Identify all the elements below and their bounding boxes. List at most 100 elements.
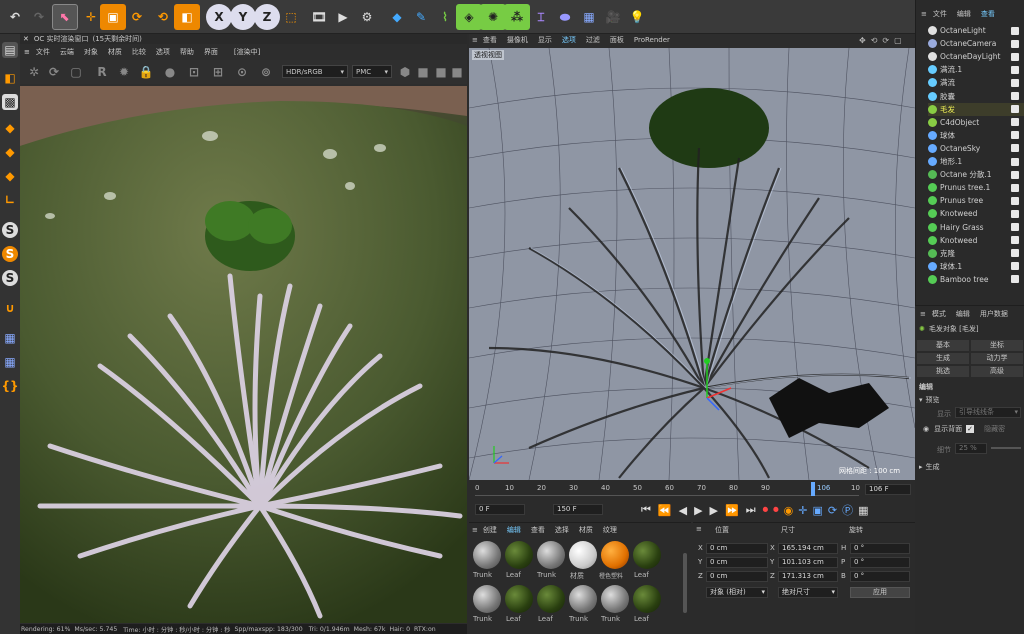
material-menu-edit[interactable]: 编辑 <box>507 525 521 535</box>
y-size-field[interactable]: 101.103 cm <box>778 557 838 568</box>
recent-tools-icon[interactable]: ⟲ <box>150 4 176 30</box>
render-settings-icon[interactable]: ⚙ <box>354 4 380 30</box>
texture-mode-icon[interactable]: ▩ <box>2 94 18 110</box>
material-scrollbar[interactable] <box>683 553 687 613</box>
attr-tab-dynamics[interactable]: 动力学 <box>971 353 1023 364</box>
floor-icon[interactable]: ▦ <box>576 4 602 30</box>
camera-icon[interactable]: ■ <box>434 64 448 80</box>
snap-settings-icon[interactable]: S <box>2 246 18 262</box>
object-list-item[interactable]: OctaneLight <box>928 24 1024 37</box>
prev-key-icon[interactable]: ⏪ <box>658 504 672 517</box>
close-icon[interactable]: ✕ <box>23 35 29 43</box>
visibility-toggle[interactable] <box>1011 236 1019 245</box>
material-swatch[interactable] <box>473 585 501 613</box>
material-swatch[interactable] <box>505 585 533 613</box>
x-size-field[interactable]: 165.194 cm <box>778 543 838 554</box>
redo-icon[interactable]: ↷ <box>26 4 52 30</box>
viewport-menu-options[interactable]: 选项 <box>562 35 576 45</box>
key-rotate-icon[interactable]: ⟳ <box>828 504 837 517</box>
visibility-toggle[interactable] <box>1011 26 1019 35</box>
object-list-item[interactable]: 地形.1 <box>928 155 1024 168</box>
kernel-mode-select[interactable]: PMC ▾ <box>352 65 392 78</box>
scale-icon[interactable]: ▣ <box>100 4 126 30</box>
material-swatch[interactable] <box>537 541 565 569</box>
visibility-toggle[interactable] <box>1011 92 1019 100</box>
material-swatch[interactable] <box>601 585 629 613</box>
autokey-icon[interactable]: ⏺ <box>773 503 779 517</box>
generate-group[interactable]: ▸ 生成 <box>919 462 940 472</box>
object-list-item[interactable]: OctaneSky <box>928 142 1024 155</box>
subdivision-icon[interactable]: ◈ <box>456 4 482 30</box>
menu-toggle-icon[interactable]: ≡ <box>696 525 702 533</box>
next-key-icon[interactable]: ⏩ <box>725 504 739 517</box>
pen-icon[interactable]: ✎ <box>408 4 434 30</box>
menu-toggle-icon[interactable]: ≡ <box>921 10 927 18</box>
visibility-toggle[interactable] <box>1011 275 1019 284</box>
render-view-icon[interactable]: ▶ <box>330 4 356 30</box>
material-menu-create[interactable]: 创建 <box>483 525 497 535</box>
menu-help[interactable]: 帮助 <box>180 47 194 57</box>
model-mode-icon[interactable]: ▤ <box>2 42 18 58</box>
material-swatch[interactable] <box>537 585 565 613</box>
object-list-item[interactable]: 球体.1 <box>928 260 1024 273</box>
object-icon[interactable]: ◧ <box>174 4 200 30</box>
end-frame-field[interactable]: 150 F <box>553 504 603 515</box>
object-list-item[interactable]: Hairy Grass <box>928 221 1024 234</box>
render-preview-image[interactable] <box>20 86 467 623</box>
visibility-toggle[interactable] <box>1011 78 1019 87</box>
object-list-item[interactable]: 满流.1 <box>928 63 1024 76</box>
region-icon[interactable]: ⊡ <box>186 64 202 80</box>
gear-icon[interactable]: ✲ <box>26 64 42 80</box>
viewport-menu-display[interactable]: 显示 <box>538 35 552 45</box>
material-menu-material[interactable]: 材质 <box>579 525 593 535</box>
object-list-item[interactable]: OctaneDayLight <box>928 50 1024 63</box>
object-list-item[interactable]: OctaneCamera <box>928 37 1024 50</box>
magnet-icon[interactable]: ∪ <box>2 300 18 316</box>
zoom-icon[interactable]: ⟳ <box>882 36 889 45</box>
picker-icon[interactable]: ⊞ <box>210 64 226 80</box>
material-menu-view[interactable]: 查看 <box>531 525 545 535</box>
p-rotation-field[interactable]: 0 ° <box>850 557 910 568</box>
snap-enable-icon[interactable]: S <box>2 270 18 286</box>
key-scale-icon[interactable]: ▣ <box>812 504 822 517</box>
visibility-toggle[interactable] <box>1011 105 1019 114</box>
pin-icon[interactable]: ⊚ <box>258 64 274 80</box>
object-list-item[interactable]: Knotweed <box>928 207 1024 220</box>
x-position-field[interactable]: 0 cm <box>706 543 768 554</box>
visibility-toggle[interactable] <box>1011 52 1019 61</box>
next-frame-icon[interactable]: ▶ <box>710 504 718 517</box>
om-menu-file[interactable]: 文件 <box>933 9 947 19</box>
viewport-menu-panel[interactable]: 面板 <box>610 35 624 45</box>
object-list-item[interactable]: 球体 <box>928 129 1024 142</box>
attr-tab-basic[interactable]: 基本 <box>917 340 969 351</box>
z-size-field[interactable]: 171.313 cm <box>778 571 838 582</box>
object-list-item[interactable]: C4dObject <box>928 116 1024 129</box>
object-list-item[interactable]: 克隆 <box>928 247 1024 260</box>
key-move-icon[interactable]: ✛ <box>798 504 807 517</box>
y-position-field[interactable]: 0 cm <box>706 557 768 568</box>
material-menu-texture[interactable]: 纹理 <box>603 525 617 535</box>
workplane-icon[interactable]: ▦ <box>2 330 18 346</box>
attr-tab-advanced[interactable]: 高级 <box>971 366 1023 377</box>
attr-tab-select[interactable]: 挑选 <box>917 366 969 377</box>
sphere-icon[interactable]: ● <box>162 64 178 80</box>
settings-icon[interactable]: ✹ <box>116 64 132 80</box>
material-swatch[interactable] <box>505 541 533 569</box>
material-swatch[interactable] <box>569 585 597 613</box>
menu-options[interactable]: 选项 <box>156 47 170 57</box>
lock-icon[interactable]: 🔒 <box>138 64 154 80</box>
attr-menu-edit[interactable]: 编辑 <box>956 309 970 319</box>
viewport-menu-view[interactable]: 查看 <box>483 35 497 45</box>
play-icon[interactable]: ▶ <box>694 504 702 517</box>
visibility-toggle[interactable] <box>1011 262 1019 271</box>
menu-file[interactable]: 文件 <box>36 47 50 57</box>
field-icon[interactable]: ⬬ <box>552 4 578 30</box>
object-list-item[interactable]: 满流 <box>928 76 1024 89</box>
world-coord-icon[interactable]: ⬚ <box>278 4 304 30</box>
visibility-toggle[interactable] <box>1011 183 1019 192</box>
lock-icon[interactable]: {} <box>1 378 18 394</box>
light-icon[interactable]: 💡 <box>624 4 650 30</box>
object-list-item[interactable]: 毛发 <box>928 102 1024 116</box>
start-frame-field[interactable]: 0 F <box>475 504 525 515</box>
square-icon[interactable]: ■ <box>416 64 430 80</box>
